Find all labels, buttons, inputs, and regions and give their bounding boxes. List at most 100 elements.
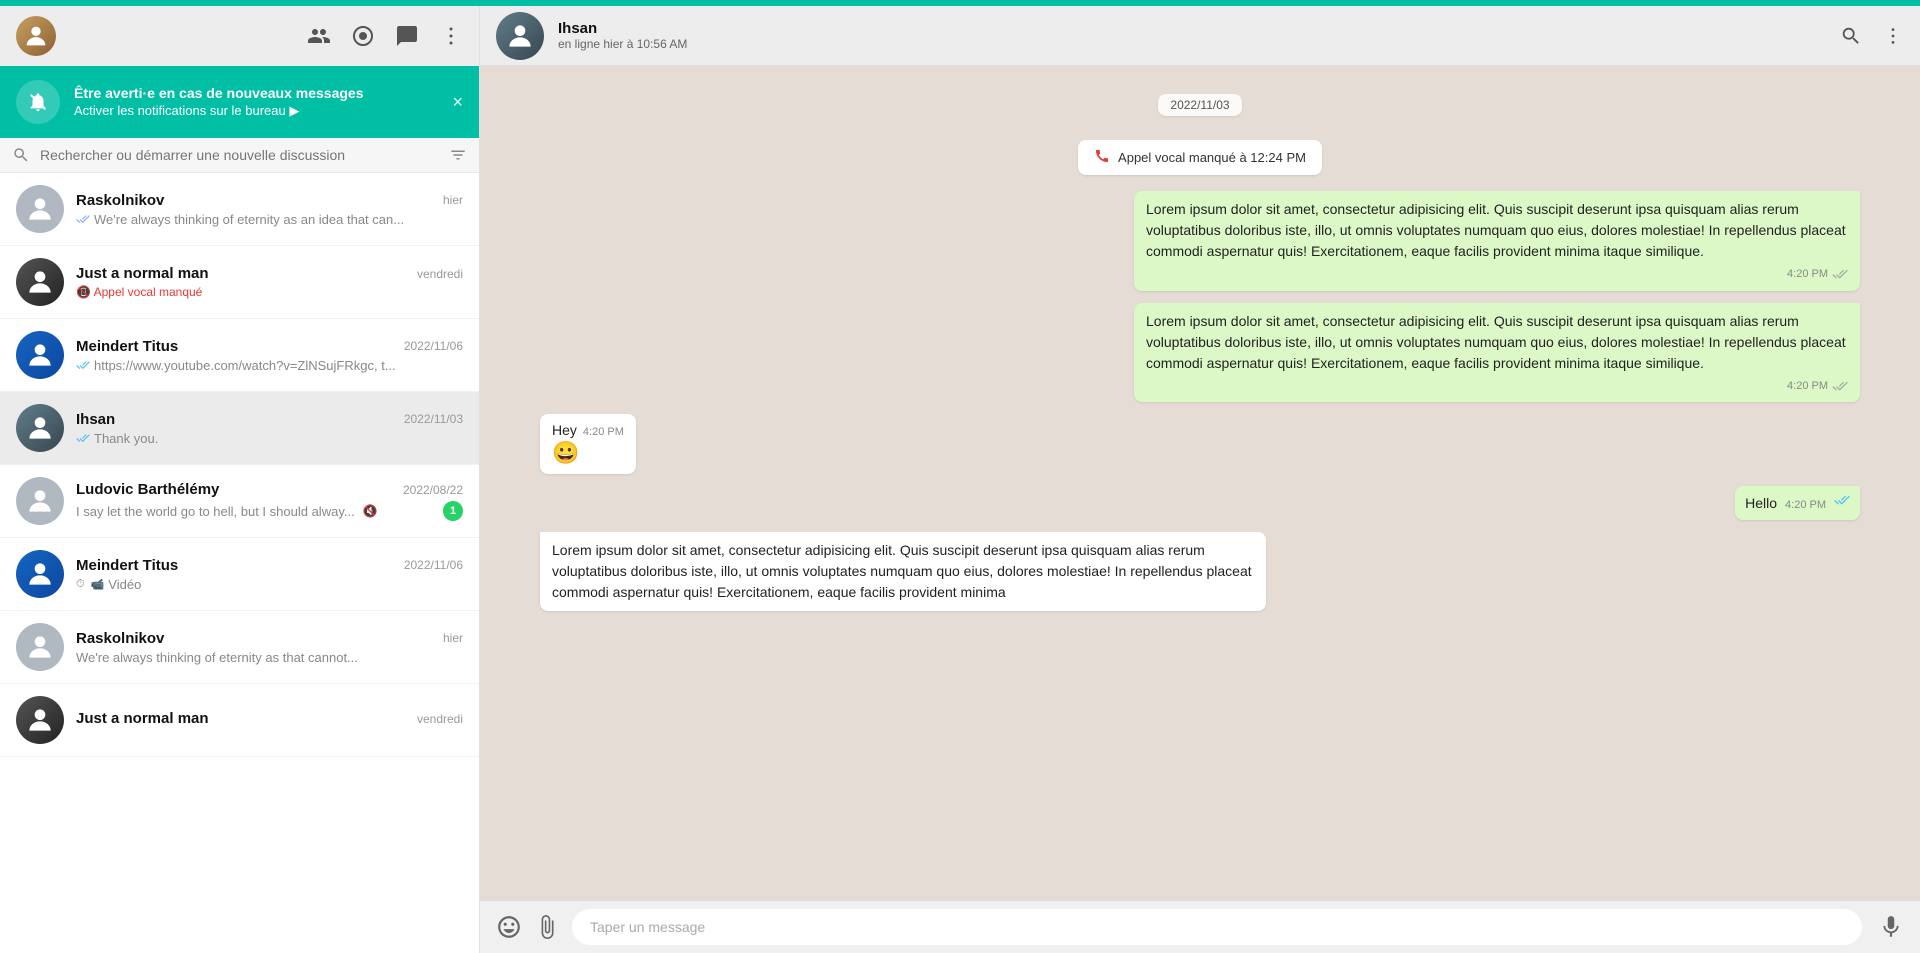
chat-info-ludovic: Ludovic Barthélémy 2022/08/22 I say let …	[76, 481, 463, 521]
bubble-received-hey: Hey 4:20 PM 😀	[540, 414, 636, 474]
message-row-received-long: Lorem ipsum dolor sit amet, consectetur …	[540, 532, 1860, 611]
more-options-icon[interactable]	[1882, 25, 1904, 47]
left-header	[0, 6, 479, 66]
chat-item-meindert-2[interactable]: Meindert Titus 2022/11/06 ⏱ 📹 Vidéo	[0, 538, 479, 611]
bubble-time: 4:20 PM	[1785, 497, 1826, 514]
check-icon	[1832, 266, 1848, 282]
chat-info-ihsan: Ihsan 2022/11/03 Thank you.	[76, 411, 463, 446]
contacts-icon[interactable]	[307, 24, 331, 48]
left-panel: Être averti·e en cas de nouveaux message…	[0, 6, 480, 953]
avatar-ihsan	[16, 404, 64, 452]
hey-time: 4:20 PM	[583, 426, 624, 438]
avatar-just-2	[16, 696, 64, 744]
search-icon	[12, 146, 30, 164]
chat-time: 2022/11/03	[404, 412, 463, 426]
hey-text: Hey	[552, 422, 577, 438]
notif-subtitle[interactable]: Activer les notifications sur le bureau …	[74, 103, 363, 119]
chat-header: Ihsan en ligne hier à 10:56 AM	[480, 6, 1920, 66]
chat-item-ludovic[interactable]: Ludovic Barthélémy 2022/08/22 I say let …	[0, 465, 479, 538]
user-avatar[interactable]	[16, 16, 56, 56]
chat-item-raskolnikov[interactable]: Raskolnikov hier We're always thinking o…	[0, 173, 479, 246]
chat-time: 2022/11/06	[404, 339, 463, 353]
chat-header-name: Ihsan	[558, 20, 1826, 37]
notification-text: Être averti·e en cas de nouveaux message…	[74, 85, 363, 119]
chat-name: Meindert Titus	[76, 557, 178, 574]
chat-header-info: Ihsan en ligne hier à 10:56 AM	[558, 20, 1826, 51]
bubble-time: 4:20 PM	[1787, 266, 1828, 283]
message-row-sent-hello: Hello 4:20 PM	[540, 486, 1860, 520]
chat-preview: We're always thinking of eternity as an …	[76, 212, 404, 227]
search-input[interactable]	[40, 147, 439, 163]
chat-header-status: en ligne hier à 10:56 AM	[558, 37, 1826, 51]
status-icon[interactable]	[351, 24, 375, 48]
chat-info-meindert-2: Meindert Titus 2022/11/06 ⏱ 📹 Vidéo	[76, 557, 463, 592]
header-avatar-ihsan[interactable]	[496, 12, 544, 60]
chat-preview: ⏱ 📹 Vidéo	[76, 577, 141, 592]
check-icon	[1832, 378, 1848, 394]
chat-time: 2022/08/22	[403, 483, 463, 497]
chat-item-raskolnikov-2[interactable]: Raskolnikov hier We're always thinking o…	[0, 611, 479, 684]
hey-emoji: 😀	[552, 440, 624, 466]
chat-item-just-2[interactable]: Just a normal man vendredi	[0, 684, 479, 757]
chat-header-actions	[1840, 25, 1904, 47]
menu-icon[interactable]	[439, 24, 463, 48]
right-panel: Ihsan en ligne hier à 10:56 AM 2022/11/0…	[480, 6, 1920, 953]
chat-info-raskolnikov: Raskolnikov hier We're always thinking o…	[76, 192, 463, 227]
bubble-received-long: Lorem ipsum dolor sit amet, consectetur …	[540, 532, 1266, 611]
chat-name: Just a normal man	[76, 265, 209, 282]
chat-time: vendredi	[417, 712, 463, 726]
unread-badge: 1	[443, 501, 463, 521]
notification-content: Être averti·e en cas de nouveaux message…	[16, 80, 363, 124]
chat-item-meindert-1[interactable]: Meindert Titus 2022/11/06 https://www.yo…	[0, 319, 479, 392]
chat-name: Raskolnikov	[76, 192, 164, 209]
chat-name: Ludovic Barthélémy	[76, 481, 219, 498]
chat-list: Raskolnikov hier We're always thinking o…	[0, 173, 479, 953]
bubble-text: Lorem ipsum dolor sit amet, consectetur …	[552, 540, 1254, 603]
filter-icon[interactable]	[449, 146, 467, 164]
avatar-raskolnikov	[16, 185, 64, 233]
message-input[interactable]	[572, 909, 1862, 945]
avatar-ludovic	[16, 477, 64, 525]
user-avatar-icon	[22, 22, 50, 50]
missed-call-pill: Appel vocal manqué à 12:24 PM	[1078, 140, 1322, 175]
message-row-sent-1: Lorem ipsum dolor sit amet, consectetur …	[540, 191, 1860, 291]
microphone-button[interactable]	[1878, 914, 1904, 940]
chat-item-ihsan[interactable]: Ihsan 2022/11/03 Thank you.	[0, 392, 479, 465]
attach-button[interactable]	[534, 914, 560, 940]
chat-preview: Thank you.	[76, 431, 158, 446]
bubble-sent-1: Lorem ipsum dolor sit amet, consectetur …	[1134, 191, 1860, 291]
search-bar	[0, 138, 479, 173]
check-blue-icon	[1834, 492, 1850, 508]
chat-info-just: Just a normal man vendredi 📵 Appel vocal…	[76, 265, 463, 299]
notif-title: Être averti·e en cas de nouveaux message…	[74, 85, 363, 101]
missed-call-icon	[1094, 148, 1110, 167]
new-chat-icon[interactable]	[395, 24, 419, 48]
bubble-sent-hello: Hello 4:20 PM	[1735, 486, 1860, 520]
chat-info-meindert-1: Meindert Titus 2022/11/06 https://www.yo…	[76, 338, 463, 373]
chat-preview: https://www.youtube.com/watch?v=ZlNSujFR…	[76, 358, 396, 373]
chat-time: hier	[443, 193, 463, 207]
notification-banner: Être averti·e en cas de nouveaux message…	[0, 66, 479, 138]
message-row-sent-2: Lorem ipsum dolor sit amet, consectetur …	[540, 303, 1860, 403]
chat-info-raskolnikov-2: Raskolnikov hier We're always thinking o…	[76, 630, 463, 665]
bubble-text: Hello	[1745, 493, 1777, 514]
bubble-text: Lorem ipsum dolor sit amet, consectetur …	[1146, 199, 1848, 262]
chat-preview: I say let the world go to hell, but I sh…	[76, 504, 443, 519]
chat-time: vendredi	[417, 267, 463, 281]
chat-name: Raskolnikov	[76, 630, 164, 647]
input-bar	[480, 900, 1920, 953]
date-divider: 2022/11/03	[540, 96, 1860, 114]
emoji-button[interactable]	[496, 914, 522, 940]
message-row-received-hey: Hey 4:20 PM 😀	[540, 414, 1860, 474]
chat-name: Meindert Titus	[76, 338, 178, 355]
notif-close-button[interactable]: ×	[452, 92, 463, 113]
chat-preview: 📵 Appel vocal manqué	[76, 285, 202, 299]
notif-bell-icon	[16, 80, 60, 124]
search-chat-icon[interactable]	[1840, 25, 1862, 47]
chat-item-just-a-normal-man[interactable]: Just a normal man vendredi 📵 Appel vocal…	[0, 246, 479, 319]
avatar-raskolnikov-2	[16, 623, 64, 671]
messages-area: 2022/11/03 Appel vocal manqué à 12:24 PM…	[480, 66, 1920, 900]
chat-name: Ihsan	[76, 411, 115, 428]
chat-time: hier	[443, 631, 463, 645]
chat-preview: We're always thinking of eternity as tha…	[76, 650, 358, 665]
